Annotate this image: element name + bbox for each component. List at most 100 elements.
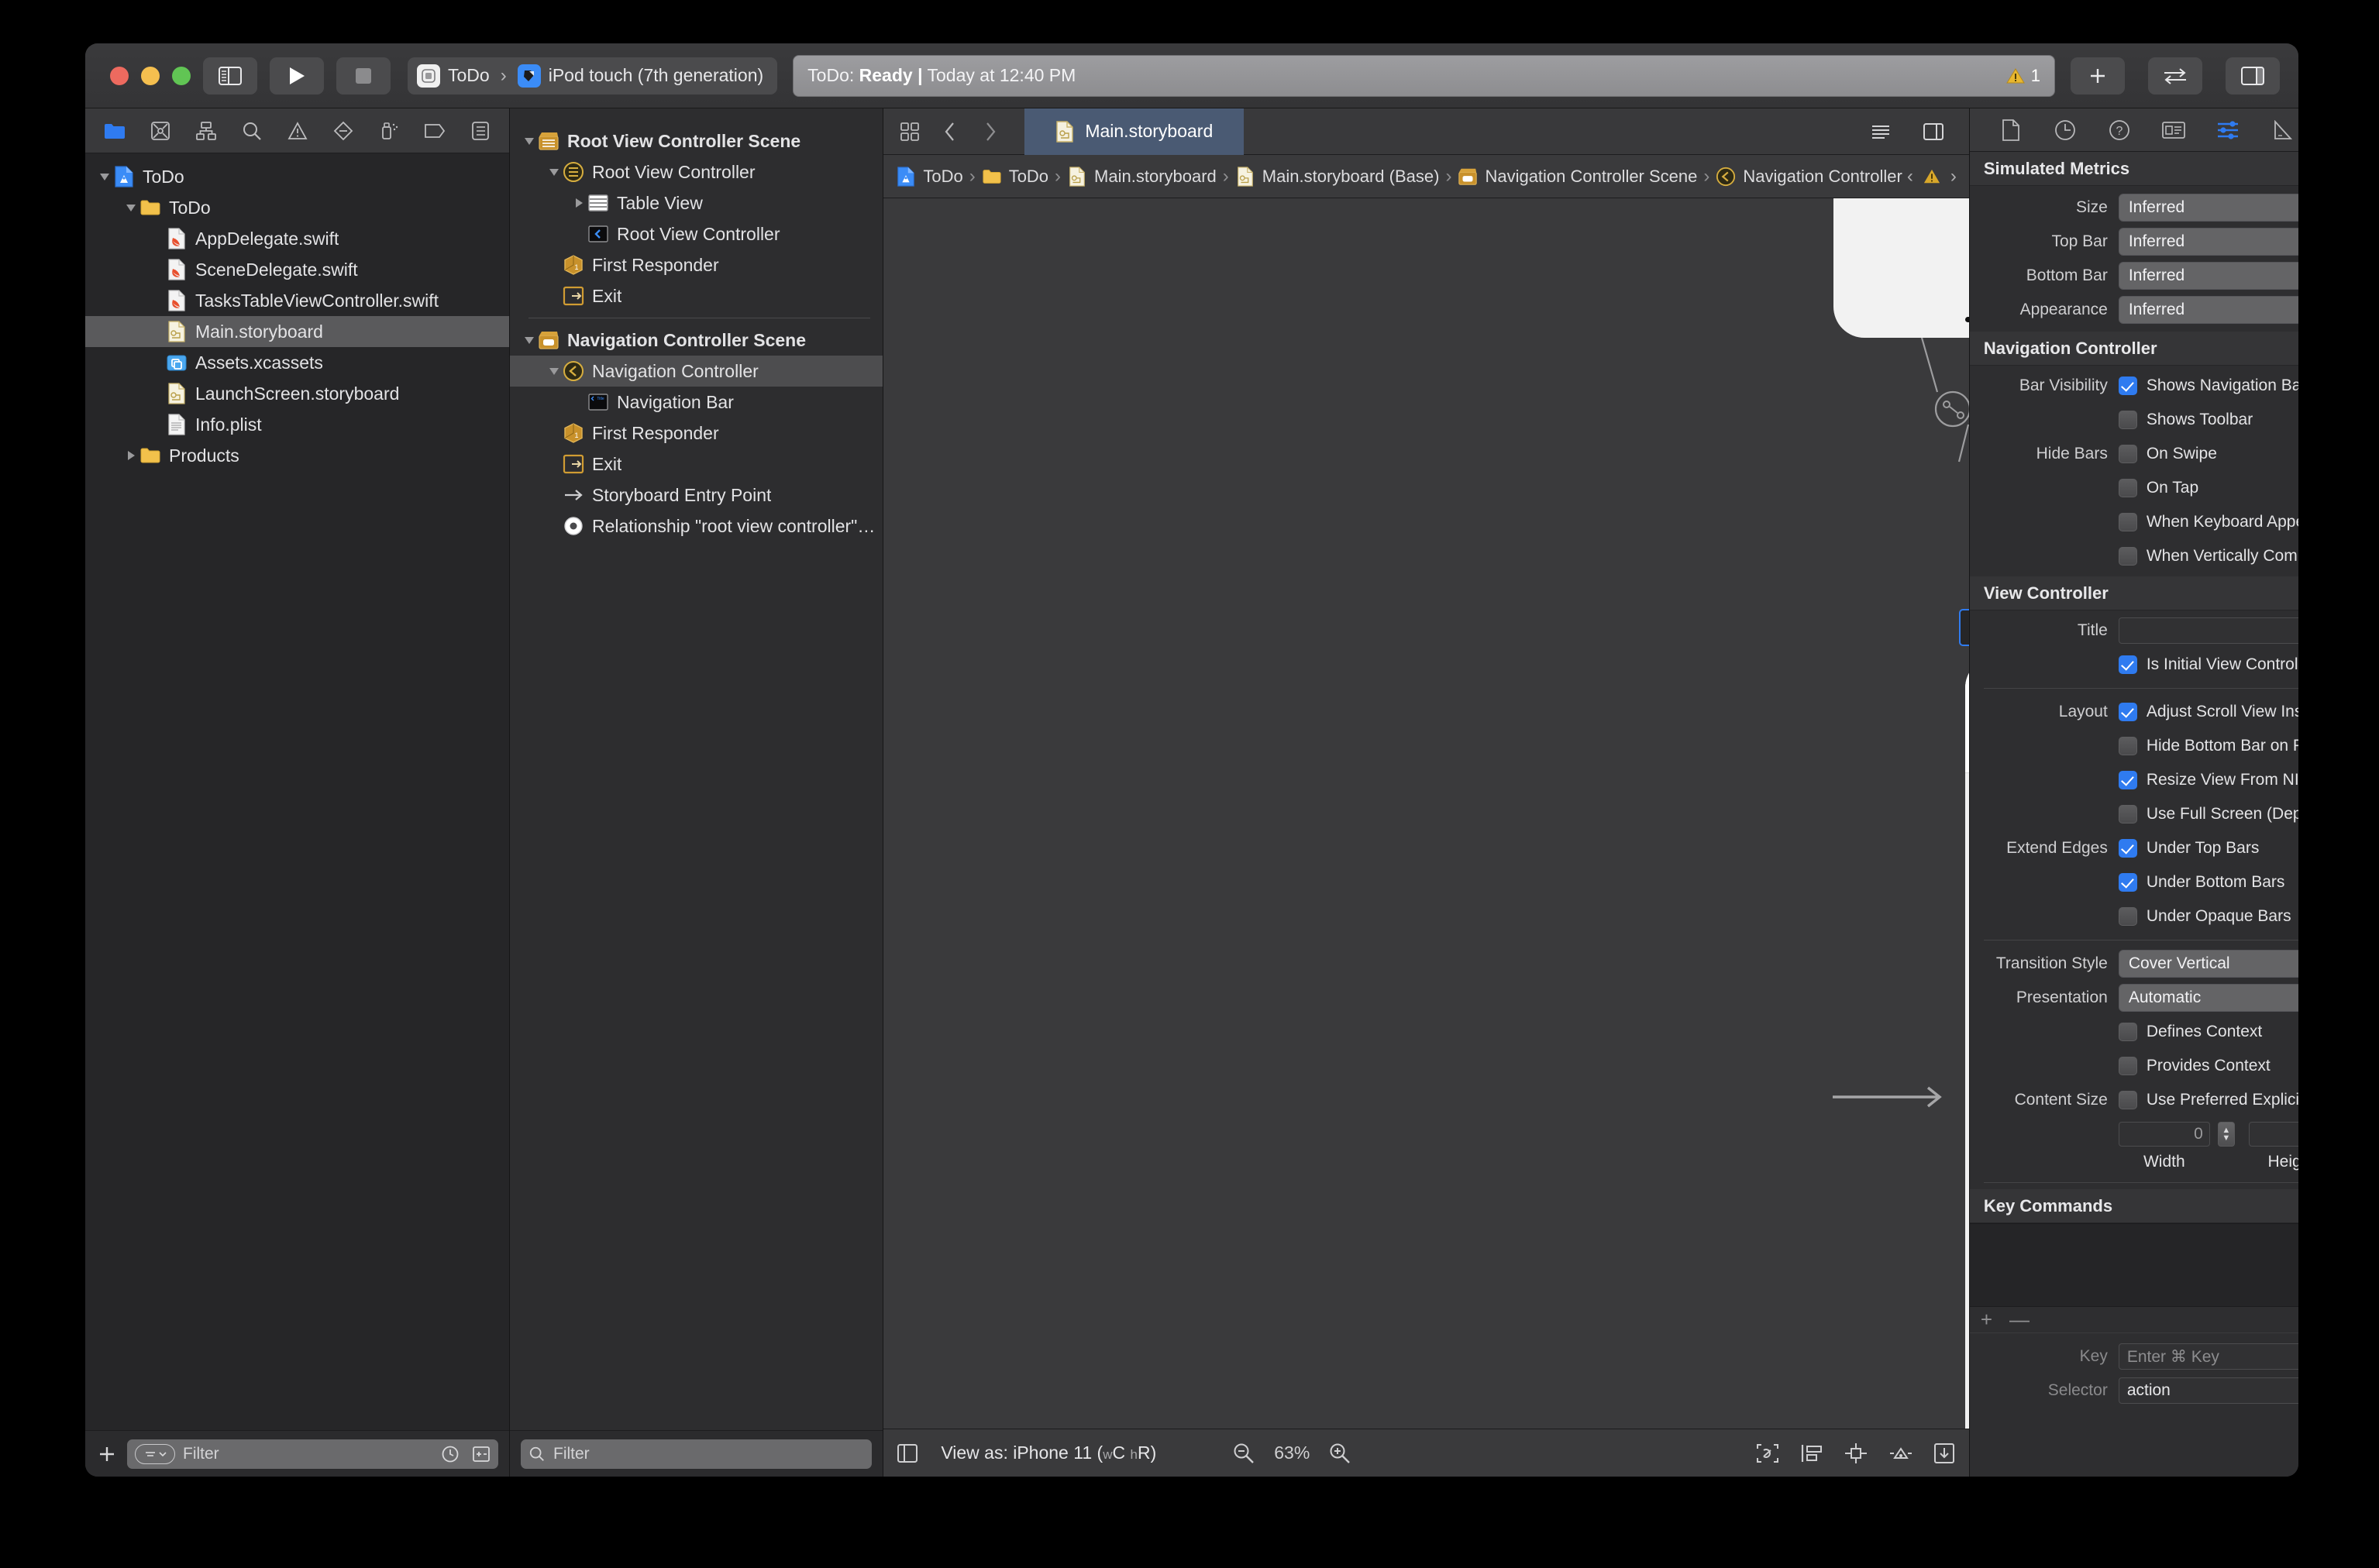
hide-bottom-bar-on-push-checkbox[interactable]: Hide Bottom Bar on Push	[2118, 732, 2298, 760]
checkbox-box[interactable]	[2118, 703, 2137, 721]
outline-row-exit[interactable]: Exit	[510, 280, 883, 311]
use-full-screen-checkbox[interactable]: Use Full Screen (Deprecated)	[2118, 800, 2298, 828]
is-initial-view-controller-checkbox[interactable]: Is Initial View Controller	[2118, 651, 2298, 679]
view-as-label[interactable]: View as: iPhone 11 (wC hR)	[941, 1442, 1156, 1463]
checkbox-box[interactable]	[2118, 513, 2137, 531]
file-row-launchscreen-storyboard[interactable]: LaunchScreen.storyboard	[85, 378, 509, 409]
checkbox-box[interactable]	[2118, 479, 2137, 497]
file-row-assets-xcassets[interactable]: Assets.xcassets	[85, 347, 509, 378]
shows-navigation-bar-checkbox[interactable]: Shows Navigation Bar	[2118, 372, 2298, 400]
symbol-navigator-icon[interactable]	[183, 113, 229, 149]
remove-key-command-button[interactable]: —	[2009, 1308, 2030, 1332]
metric-popup-bottom-bar[interactable]: Inferred▲▼	[2118, 262, 2298, 290]
disclosure-triangle[interactable]	[122, 450, 139, 461]
file-row-products[interactable]: Products	[85, 440, 509, 471]
metric-popup-size[interactable]: Inferred▲▼	[2118, 194, 2298, 222]
outline-row-first-responder[interactable]: 1 First Responder	[510, 418, 883, 449]
content-width-stepper[interactable]: ▲ ▼	[2217, 1122, 2235, 1147]
toggle-outline-icon[interactable]	[897, 1443, 918, 1463]
attributes-inspector-tab[interactable]	[2209, 113, 2247, 147]
outline-row-storyboard-entry-point[interactable]: Storyboard Entry Point	[510, 480, 883, 511]
use-preferred-explicit-size-checkbox[interactable]: Use Preferred Explicit Size	[2118, 1086, 2298, 1114]
file-row-main-storyboard[interactable]: Main.storyboard	[85, 316, 509, 347]
quick-help-tab[interactable]: ?	[2100, 113, 2139, 147]
file-row-todo[interactable]: ToDo	[85, 161, 509, 192]
zoom-window-button[interactable]	[172, 66, 191, 85]
provides-context-checkbox[interactable]: Provides Context	[2118, 1052, 2278, 1080]
file-row-info-plist[interactable]: Info.plist	[85, 409, 509, 440]
key-input[interactable]: Enter ⌘ Key	[2118, 1343, 2298, 1370]
tab-main-storyboard[interactable]: Main.storyboard	[1024, 108, 1245, 155]
file-inspector-tab[interactable]	[1992, 113, 2030, 147]
checkbox-box[interactable]	[2118, 445, 2137, 463]
stop-button[interactable]	[336, 57, 391, 95]
checkbox-box[interactable]	[2118, 873, 2137, 892]
disclosure-triangle[interactable]	[96, 172, 113, 181]
history-inspector-tab[interactable]	[2046, 113, 2085, 147]
vc-title-input[interactable]	[2118, 617, 2298, 644]
checkbox-box[interactable]	[2118, 1023, 2137, 1041]
disclosure-triangle[interactable]	[546, 167, 563, 177]
add-constraints-icon[interactable]	[1888, 1442, 1913, 1464]
disclosure-triangle[interactable]	[546, 366, 563, 376]
debug-navigator-icon[interactable]	[366, 113, 411, 149]
outline-row-root-view-controller[interactable]: Root View Controller	[510, 156, 883, 187]
metric-popup-top-bar[interactable]: Inferred▲▼	[2118, 228, 2298, 256]
checkbox-box[interactable]	[2118, 547, 2137, 566]
defines-context-checkbox[interactable]: Defines Context	[2118, 1018, 2270, 1046]
project-navigator-icon[interactable]	[91, 113, 137, 149]
metric-popup-appearance[interactable]: Inferred▲▼	[2118, 296, 2298, 324]
add-key-command-button[interactable]: +	[1981, 1308, 1992, 1332]
disclosure-triangle[interactable]	[521, 335, 538, 345]
content-width-input[interactable]: 0	[2118, 1122, 2210, 1147]
go-forward-button[interactable]	[970, 114, 1010, 150]
checkbox-box[interactable]	[2118, 411, 2137, 429]
document-outline-tree[interactable]: Root View Controller Scene Root View Cont…	[510, 108, 883, 1430]
code-review-button[interactable]	[2148, 57, 2202, 95]
outline-row-navigation-bar[interactable]: Title Navigation Bar	[510, 387, 883, 418]
presentation-popup[interactable]: Automatic ▲▼	[2118, 984, 2298, 1012]
add-editor-button[interactable]	[2071, 57, 2125, 95]
breadcrumb-item-3[interactable]: Main.storyboard (Base)	[1235, 167, 1439, 187]
breakpoint-navigator-icon[interactable]	[411, 113, 457, 149]
source-control-filter-icon[interactable]	[472, 1446, 491, 1463]
test-navigator-icon[interactable]	[320, 113, 366, 149]
go-back-button[interactable]	[930, 114, 970, 150]
file-row-scenedelegate-swift[interactable]: SceneDelegate.swift	[85, 254, 509, 285]
editor-options-button[interactable]	[890, 114, 930, 150]
navigator-filter-input[interactable]: Filter	[127, 1439, 498, 1469]
resolve-issues-icon[interactable]	[1933, 1442, 1955, 1464]
shows-toolbar-checkbox[interactable]: Shows Toolbar	[2118, 406, 2260, 434]
outline-row-first-responder[interactable]: 1 First Responder	[510, 249, 883, 280]
breadcrumb-item-0[interactable]: ToDo	[896, 167, 963, 187]
activity-status-bar[interactable]: ToDo: Ready | Today at 12:40 PM 1	[793, 54, 2055, 97]
checkbox-box[interactable]	[2118, 907, 2137, 926]
navigation-bar-object-strip[interactable]: 1	[1959, 609, 1969, 646]
breadcrumb-item-4[interactable]: Navigation Controller Scene	[1458, 167, 1697, 187]
find-navigator-icon[interactable]	[229, 113, 274, 149]
outline-row-relationship-root-view-controller-[interactable]: Relationship "root view controller"…	[510, 511, 883, 542]
outline-row-table-view[interactable]: Table View	[510, 187, 883, 218]
close-window-button[interactable]	[110, 66, 129, 85]
checkbox-box[interactable]	[2118, 377, 2137, 395]
align-icon[interactable]	[1844, 1442, 1868, 1464]
file-row-todo[interactable]: ToDo	[85, 192, 509, 223]
warning-triangle-icon[interactable]	[1923, 168, 1941, 185]
checkbox-box[interactable]	[2118, 655, 2137, 674]
hide-bars-on-tap-checkbox[interactable]: On Tap	[2118, 474, 2206, 502]
key-commands-list[interactable]	[1969, 1223, 2298, 1307]
hide-bars-keyboard-checkbox[interactable]: When Keyboard Appears	[2118, 508, 2298, 536]
storyboard-canvas[interactable]: 1 Title Navigation Controller	[883, 198, 1969, 1429]
standard-editor-button[interactable]	[1861, 114, 1901, 150]
under-top-bars-checkbox[interactable]: Under Top Bars	[2118, 834, 2267, 862]
source-control-navigator-icon[interactable]	[137, 113, 183, 149]
filter-scope-popup[interactable]	[135, 1443, 175, 1464]
update-frames-icon[interactable]	[1755, 1442, 1780, 1464]
breadcrumb-item-1[interactable]: ToDo	[982, 167, 1048, 187]
breadcrumb-item-5[interactable]: Navigation Controller	[1716, 167, 1902, 187]
zoom-out-icon[interactable]	[1232, 1442, 1255, 1465]
run-button[interactable]	[270, 57, 324, 95]
checkbox-box[interactable]	[2118, 737, 2137, 755]
resize-view-from-nib-checkbox[interactable]: Resize View From NIB	[2118, 766, 2298, 794]
content-height-input[interactable]: 0	[2248, 1122, 2298, 1147]
